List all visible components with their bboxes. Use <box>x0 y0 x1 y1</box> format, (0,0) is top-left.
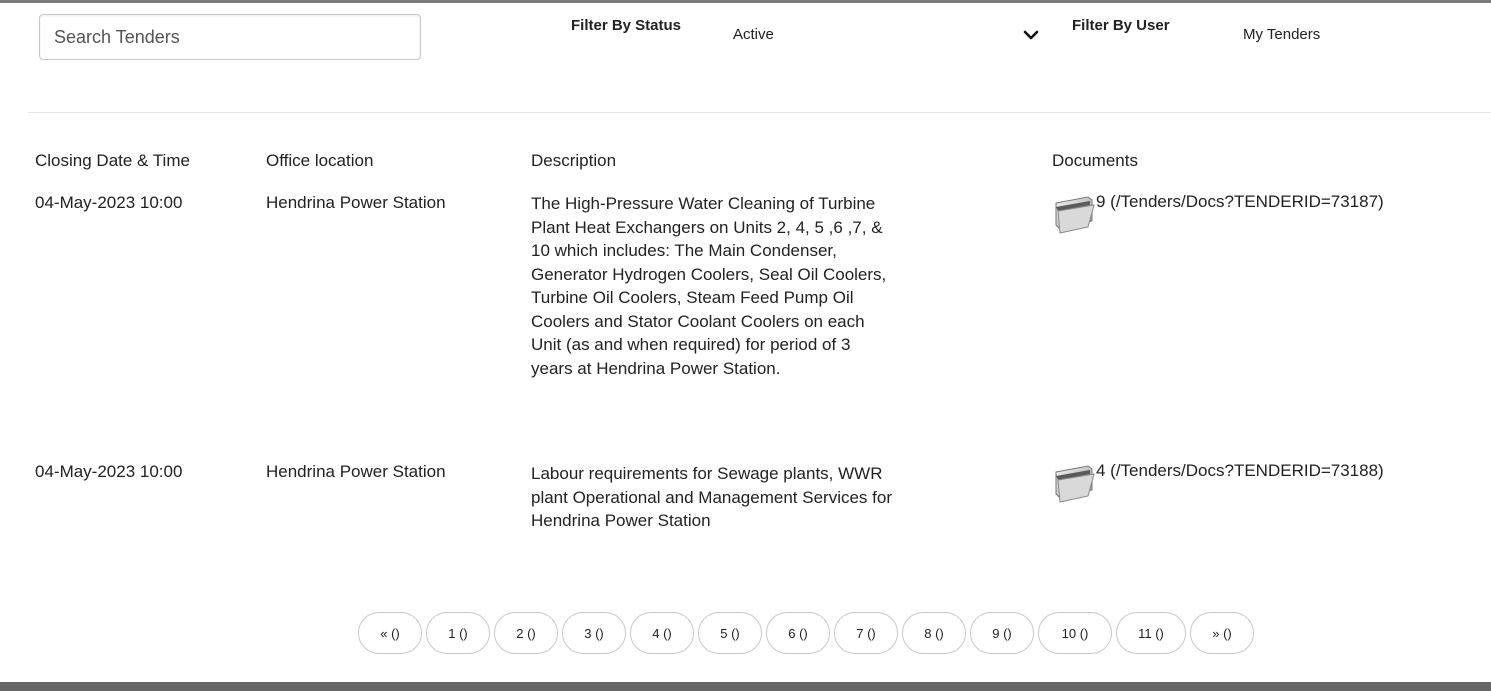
user-filter-label: Filter By User <box>1072 17 1170 34</box>
search-input[interactable] <box>40 15 420 59</box>
page-button-10[interactable]: 10 () <box>1038 612 1112 654</box>
description-line: years at Hendrina Power Station. <box>531 358 781 378</box>
description-line: Unit (as and when required) for period o… <box>531 335 851 354</box>
documents-text[interactable]: 4 (/Tenders/Docs?TENDERID=73188) <box>1096 460 1384 482</box>
folder-icon <box>1055 465 1095 503</box>
page-button-1[interactable]: 1 () <box>426 612 490 654</box>
chevron-down-icon[interactable] <box>1022 26 1040 44</box>
page-prev-button[interactable]: « () <box>358 612 422 654</box>
description-line: Labour requirements for Sewage plants, W… <box>531 464 883 483</box>
documents-text[interactable]: 9 (/Tenders/Docs?TENDERID=73187) <box>1096 191 1384 213</box>
description-line: Generator Hydrogen Coolers, Seal Oil Coo… <box>531 264 887 284</box>
description-line: Plant Heat Exchangers on Units 2, 4, 5 ,… <box>531 217 883 237</box>
page-button-11[interactable]: 11 () <box>1116 612 1186 654</box>
documents-link[interactable]: 9 (/Tenders/Docs?TENDERID=73187) <box>1052 191 1384 237</box>
description-line: Turbine Oil Coolers, Steam Feed Pump Oil <box>531 288 854 307</box>
page-button-9[interactable]: 9 () <box>970 612 1034 654</box>
office-location: Hendrina Power Station <box>266 462 446 481</box>
page-button-2[interactable]: 2 () <box>494 612 558 654</box>
pagination: « () 1 () 2 () 3 () 4 () 5 () 6 () 7 () … <box>358 612 1254 654</box>
column-header-closing: Closing Date & Time <box>35 151 190 170</box>
description: The High-Pressure Water Cleaning of Turb… <box>531 192 931 380</box>
description-line: Coolers and Stator Coolant Coolers on ea… <box>531 311 865 331</box>
page-button-8[interactable]: 8 () <box>902 612 966 654</box>
description-line: Hendrina Power Station <box>531 511 711 530</box>
description-line: 10 which includes: The Main Condenser, <box>531 241 837 260</box>
bottom-bar <box>0 682 1491 691</box>
column-header-office: Office location <box>266 151 374 170</box>
closing-date: 04-May-2023 10:00 <box>35 462 183 481</box>
closing-date: 04-May-2023 10:00 <box>35 193 183 212</box>
search-box[interactable] <box>39 14 421 60</box>
page-next-button[interactable]: » () <box>1190 612 1254 654</box>
description-line: plant Operational and Management Service… <box>531 487 892 507</box>
office-location: Hendrina Power Station <box>266 193 446 212</box>
tenders-page: Filter By Status Active Filter By User M… <box>0 0 1491 691</box>
description-line: The High-Pressure Water Cleaning of Turb… <box>531 194 876 213</box>
page-button-3[interactable]: 3 () <box>562 612 626 654</box>
documents-link[interactable]: 4 (/Tenders/Docs?TENDERID=73188) <box>1052 460 1384 506</box>
description: Labour requirements for Sewage plants, W… <box>531 462 931 533</box>
status-filter-select[interactable]: Active <box>733 26 774 43</box>
page-button-6[interactable]: 6 () <box>766 612 830 654</box>
page-button-7[interactable]: 7 () <box>834 612 898 654</box>
top-border <box>0 0 1491 3</box>
page-button-5[interactable]: 5 () <box>698 612 762 654</box>
column-header-documents: Documents <box>1052 151 1138 170</box>
column-header-description: Description <box>531 151 617 170</box>
user-filter-select[interactable]: My Tenders <box>1243 26 1320 43</box>
page-button-4[interactable]: 4 () <box>630 612 694 654</box>
divider <box>28 112 1491 113</box>
folder-icon <box>1055 196 1095 234</box>
status-filter-label: Filter By Status <box>571 17 682 34</box>
